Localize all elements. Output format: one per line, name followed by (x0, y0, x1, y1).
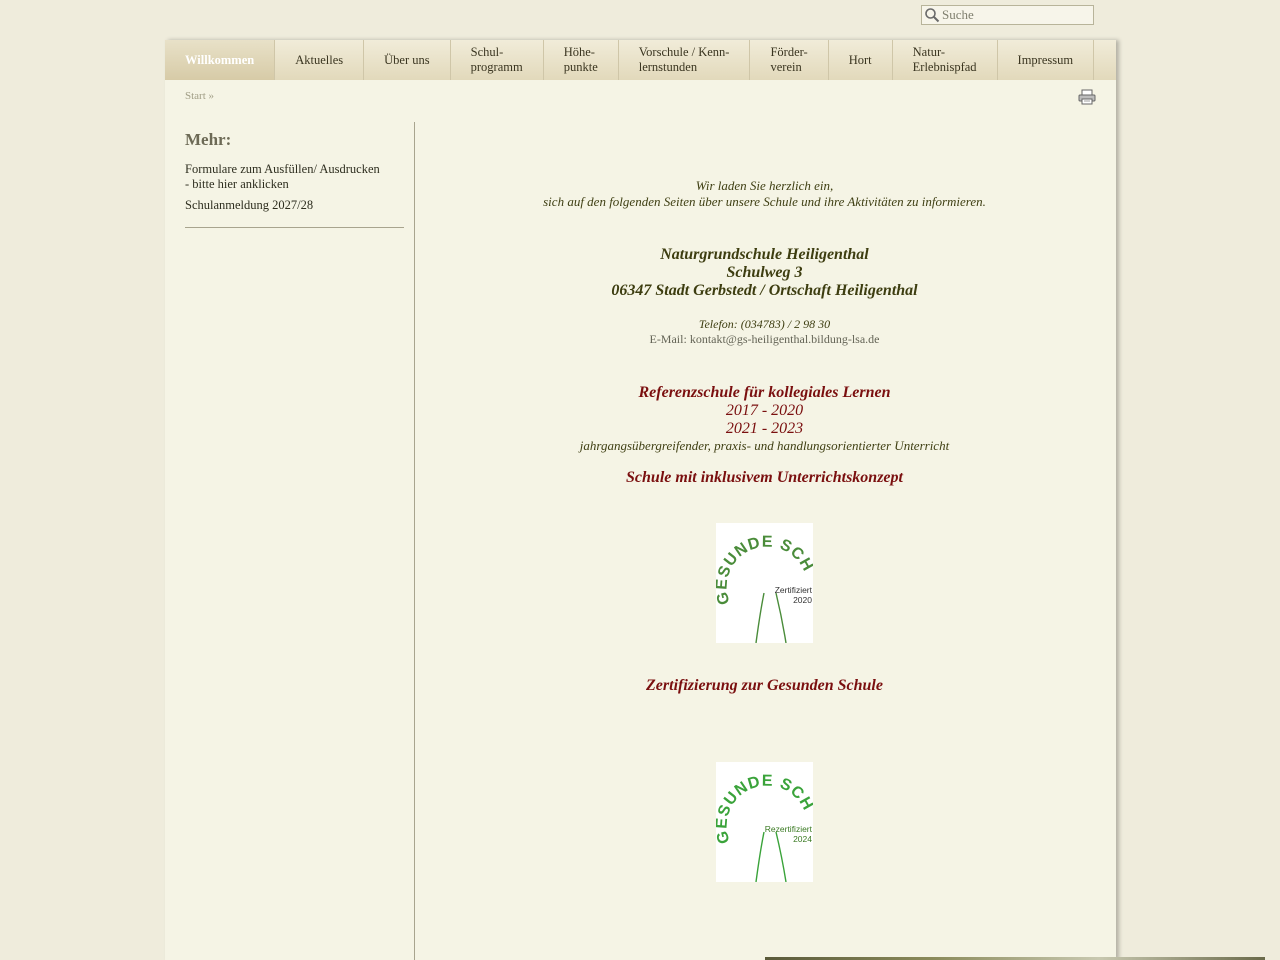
sidebar-link-formulare[interactable]: Formulare zum Ausfüllen/ Ausdrucken - bi… (185, 162, 404, 192)
reference-school-title: Referenzschule für kollegiales Lernen (415, 384, 1114, 402)
logo2-year: 2024 (793, 834, 812, 844)
nav-item-hoehepunkte[interactable]: Höhe- punkte (544, 40, 619, 80)
school-street: Schulweg 3 (726, 264, 803, 281)
reference-school-title-text: Referenzschule für kollegiales Lernen (638, 384, 891, 401)
email-label: E-Mail: (649, 332, 690, 346)
reference-subtitle: jahrgangsübergreifender, praxis- und han… (579, 438, 950, 453)
phone-number: Telefon: (034783) / 2 98 30 (698, 317, 831, 331)
nav-item-willkommen[interactable]: Willkommen (165, 40, 276, 80)
breadcrumb[interactable]: Start » (185, 90, 214, 102)
nav-item-impressum[interactable]: Impressum (998, 40, 1095, 80)
nav-item-vorschule[interactable]: Vorschule / Kenn- lernstunden (619, 40, 751, 80)
logo1-year: 2020 (793, 595, 812, 605)
email-link[interactable]: kontakt@gs-heiligenthal.bildung-lsa.de (690, 332, 880, 346)
sidebar: Mehr: Formulare zum Ausfüllen/ Ausdrucke… (185, 130, 404, 228)
intro-line-2: sich auf den folgenden Seiten über unser… (543, 194, 986, 209)
nav-item-aktuelles[interactable]: Aktuelles (275, 40, 365, 80)
sidebar-divider (185, 227, 404, 228)
reference-period-1: 2017 - 2020 (725, 402, 804, 419)
school-city: 06347 Stadt Gerbstedt / Ortschaft Heilig… (611, 282, 918, 299)
magnifier-icon (922, 5, 942, 25)
certification-heading: Zertifizierung zur Gesunden Schule (415, 677, 1114, 695)
logo2-label: Rezertifiziert (765, 824, 813, 834)
healthy-school-logo-2024: GESUNDE SCHULE Rezertifiziert 2024 (710, 749, 816, 883)
reference-period-2: 2021 - 2023 (725, 420, 804, 437)
search-box[interactable] (921, 5, 1094, 25)
search-input[interactable] (942, 7, 1090, 23)
inclusive-concept: Schule mit inklusivem Unterrichtskonzept (626, 469, 903, 486)
intro-line-1: Wir laden Sie herzlich ein, (695, 178, 834, 193)
page-container: Willkommen Aktuelles Über uns Schul- pro… (165, 40, 1265, 960)
sidebar-link-schulanmeldung[interactable]: Schulanmeldung 2027/28 (185, 198, 404, 213)
printer-icon[interactable] (1078, 89, 1096, 110)
main-navigation: Willkommen Aktuelles Über uns Schul- pro… (165, 40, 1116, 80)
certification-heading-text: Zertifizierung zur Gesunden Schule (646, 677, 883, 694)
nav-item-hort[interactable]: Hort (829, 40, 893, 80)
logo1-label: Zertifiziert (775, 585, 813, 595)
nav-item-schulprogramm[interactable]: Schul- programm (451, 40, 544, 80)
email-line: E-Mail: kontakt@gs-heiligenthal.bildung-… (415, 332, 1114, 347)
sidebar-heading: Mehr: (185, 130, 232, 149)
nav-item-ueber-uns[interactable]: Über uns (364, 40, 451, 80)
healthy-school-logo-2020: GESUNDE SCHULE Zertifiziert 2020 (710, 510, 816, 644)
nav-item-foerderverein[interactable]: Förder- verein (750, 40, 829, 80)
nav-item-natur-erlebnispfad[interactable]: Natur- Erlebnispfad (893, 40, 998, 80)
school-name: Naturgrundschule Heiligenthal (660, 246, 869, 263)
